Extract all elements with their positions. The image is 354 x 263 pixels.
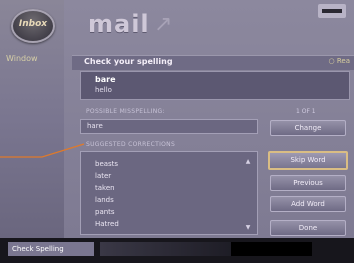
left-rail: Inbox Window [0, 0, 64, 238]
context-word: bare [95, 75, 116, 84]
list-item[interactable]: pants [95, 208, 115, 216]
skip-word-button[interactable]: Skip Word [268, 151, 348, 170]
status-bar: Check Spelling [0, 238, 354, 263]
scroll-up-icon[interactable]: ▲ [243, 158, 253, 165]
corrections-label: SUGGESTED CORRECTIONS [86, 141, 176, 148]
list-item[interactable]: lands [95, 196, 114, 204]
change-button[interactable]: Change [270, 120, 346, 136]
list-item[interactable]: Hatred [95, 220, 119, 228]
status-label: Check Spelling [8, 242, 94, 256]
progress-track [100, 242, 312, 256]
title-arrow-icon: ↗ [154, 12, 173, 37]
previous-button[interactable]: Previous [270, 175, 346, 191]
context-line: hello [95, 86, 112, 94]
list-item[interactable]: later [95, 172, 111, 180]
dialog-header: Check your spelling ○ Rea [72, 55, 354, 70]
rail-menu-label[interactable]: Window [6, 54, 60, 63]
scroll-down-icon[interactable]: ▼ [243, 224, 253, 231]
context-text-box: bare hello [80, 71, 350, 100]
add-word-button[interactable]: Add Word [270, 196, 346, 212]
done-button[interactable]: Done [270, 220, 346, 236]
list-item[interactable]: taken [95, 184, 115, 192]
progress-fill [100, 242, 232, 256]
app-title: mail [88, 10, 150, 38]
page-indicator: 1 OF 1 [296, 108, 316, 115]
inbox-logo-label: Inbox [18, 19, 48, 29]
inbox-logo-button[interactable]: Inbox [11, 9, 55, 43]
misspelling-field[interactable]: hare [80, 119, 258, 134]
misspelling-label: POSSIBLE MISSPELLING: [86, 108, 165, 115]
dialog-title: Check your spelling [84, 57, 173, 66]
list-item[interactable]: beasts [95, 160, 118, 168]
read-option-radio[interactable]: ○ Rea [329, 57, 350, 65]
corrections-list[interactable]: beasts later taken lands pants Hatred ▲ … [80, 151, 258, 235]
status-icon-glyph [322, 9, 342, 13]
